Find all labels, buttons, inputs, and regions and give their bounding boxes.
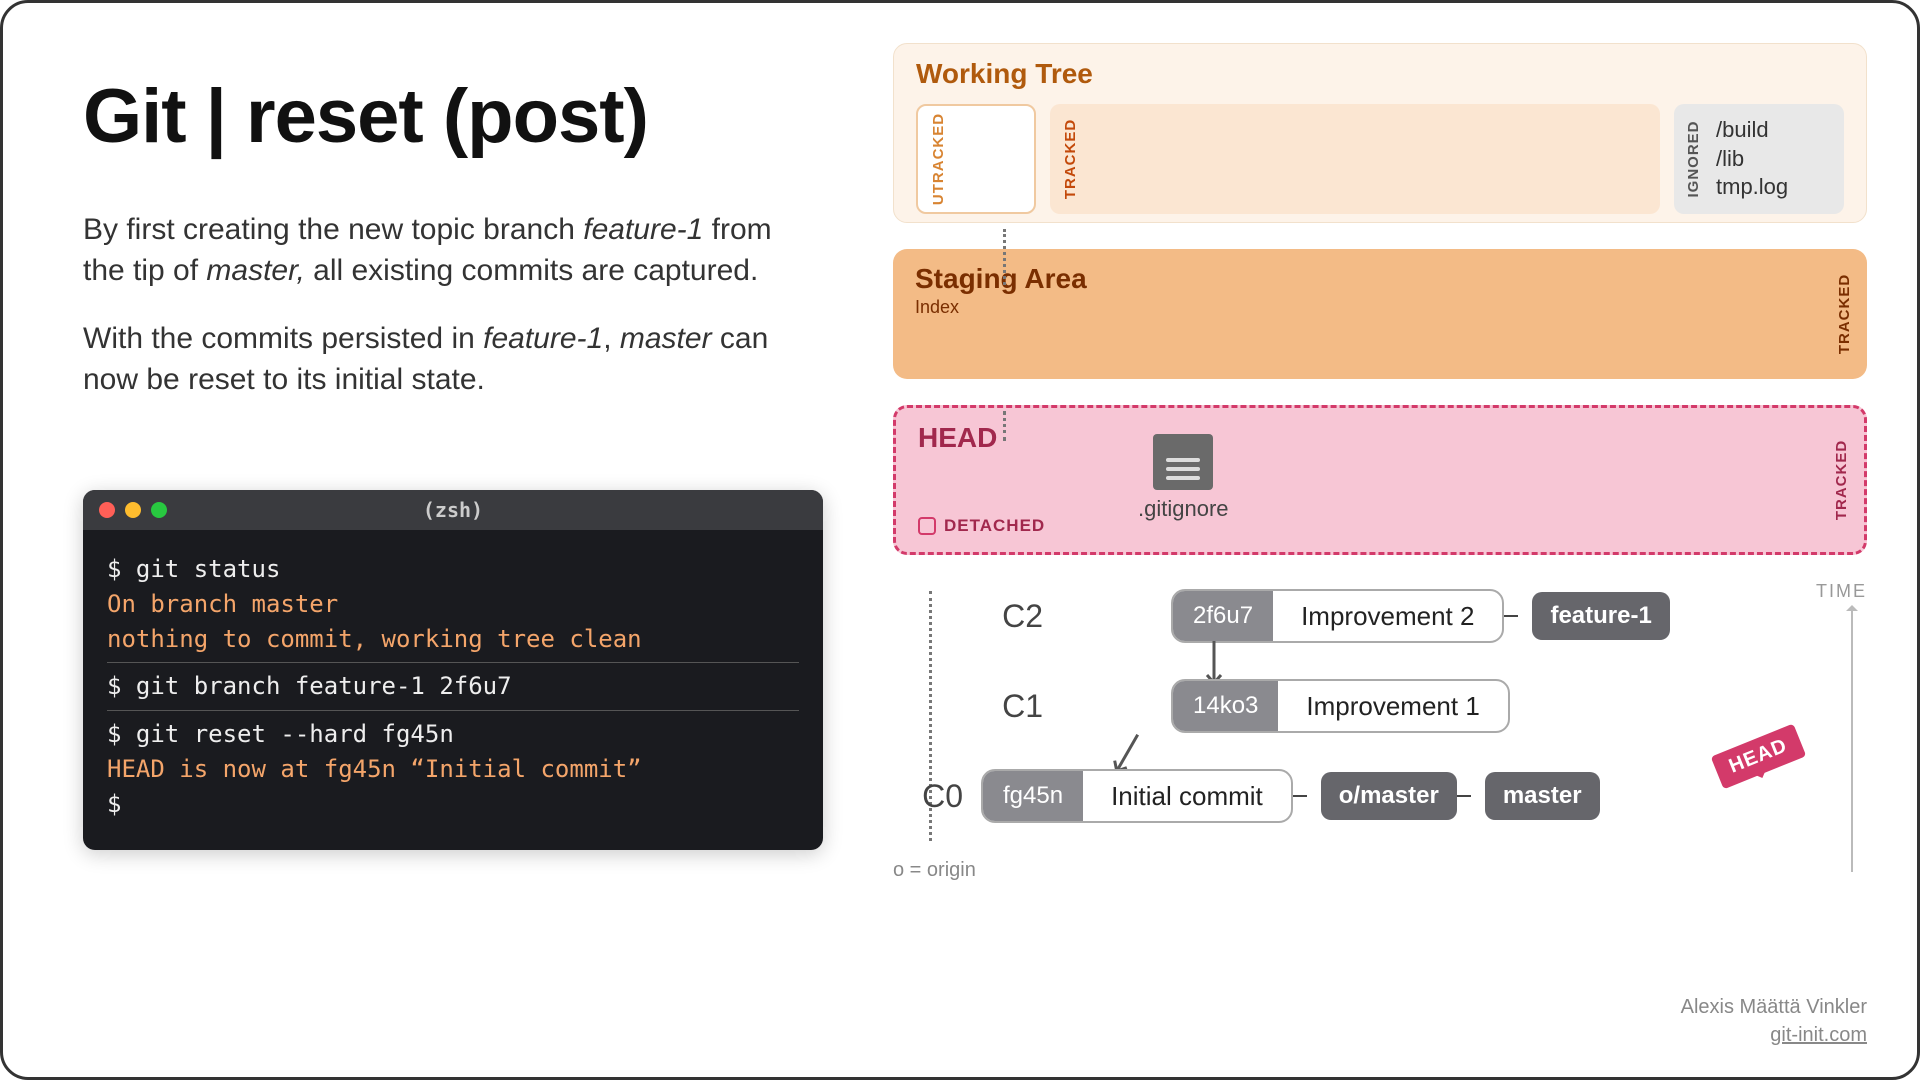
- commit-sha: fg45n: [983, 771, 1083, 821]
- staging-subtitle: Index: [915, 297, 1845, 318]
- branch-tag-origin-master: o/master: [1321, 772, 1457, 820]
- commit-message: Initial commit: [1083, 781, 1291, 812]
- connector-line: [1504, 615, 1518, 617]
- staging-title: Staging Area: [915, 263, 1845, 295]
- gitignore-file: .gitignore: [1138, 434, 1229, 522]
- commit-message: Improvement 2: [1273, 601, 1502, 632]
- ignored-label: IGNORED: [1684, 120, 1704, 197]
- branch-tag-master: master: [1485, 772, 1600, 820]
- description-2: With the commits persisted in feature-1,…: [83, 319, 783, 400]
- head-tracked-label: TRACKED: [1833, 440, 1850, 520]
- terminal-window: (zsh) $ git status On branch master noth…: [83, 490, 823, 850]
- connector-line: [1457, 795, 1471, 797]
- commit-c2: 2f6u7 Improvement 2: [1171, 589, 1504, 643]
- description-1: By first creating the new topic branch f…: [83, 210, 783, 291]
- commit-label-c2: C2: [973, 598, 1043, 635]
- time-arrow-icon: [1851, 607, 1853, 872]
- terminal-titlebar: (zsh): [83, 490, 823, 530]
- page-title: Git | reset (post): [83, 73, 843, 160]
- tracked-label: TRACKED: [1062, 119, 1079, 199]
- connector-line: [1003, 411, 1006, 441]
- ignored-file: /lib: [1716, 145, 1838, 174]
- gitignore-label: .gitignore: [1138, 496, 1229, 522]
- commit-c0: fg45n Initial commit: [981, 769, 1293, 823]
- head-zone: HEAD DETACHED .gitignore TRACKED: [893, 405, 1867, 555]
- terminal-body: $ git status On branch master nothing to…: [83, 530, 823, 850]
- terminal-label: (zsh): [83, 498, 823, 522]
- ignored-file: /build: [1716, 116, 1838, 145]
- commit-sha: 2f6u7: [1173, 591, 1273, 641]
- ignored-file: tmp.log: [1716, 173, 1838, 202]
- commit-graph: TIME C2 2f6u7 Improvement 2 feature-1 C1…: [893, 581, 1867, 882]
- origin-note: o = origin: [893, 859, 1867, 882]
- commit-message: Improvement 1: [1278, 691, 1507, 722]
- utracked-label: UTRACKED: [930, 113, 947, 205]
- commit-sha: 14ko3: [1173, 681, 1278, 731]
- commit-label-c1: C1: [973, 688, 1043, 725]
- head-title: HEAD: [918, 422, 997, 454]
- ignored-box: IGNORED /build /lib tmp.log: [1674, 104, 1844, 214]
- connector-line: [1293, 795, 1307, 797]
- checkbox-icon: [918, 517, 936, 535]
- file-icon: [1153, 434, 1213, 490]
- commit-label-c0: C0: [893, 778, 963, 815]
- working-tree-title: Working Tree: [916, 58, 1844, 90]
- connector-line: [1003, 229, 1006, 285]
- credit: Alexis Määttä Vinkler git-init.com: [1681, 993, 1867, 1049]
- working-tree-zone: Working Tree UTRACKED TRACKED IGNORED /b…: [893, 43, 1867, 223]
- branch-tag-feature1: feature-1: [1532, 592, 1669, 640]
- staging-tracked-label: TRACKED: [1836, 274, 1853, 354]
- commit-c1: 14ko3 Improvement 1: [1171, 679, 1510, 733]
- utracked-box: UTRACKED: [916, 104, 1036, 214]
- staging-area-zone: Staging Area Index TRACKED: [893, 249, 1867, 379]
- tracked-box: TRACKED: [1050, 104, 1660, 214]
- detached-indicator: DETACHED: [918, 516, 1045, 536]
